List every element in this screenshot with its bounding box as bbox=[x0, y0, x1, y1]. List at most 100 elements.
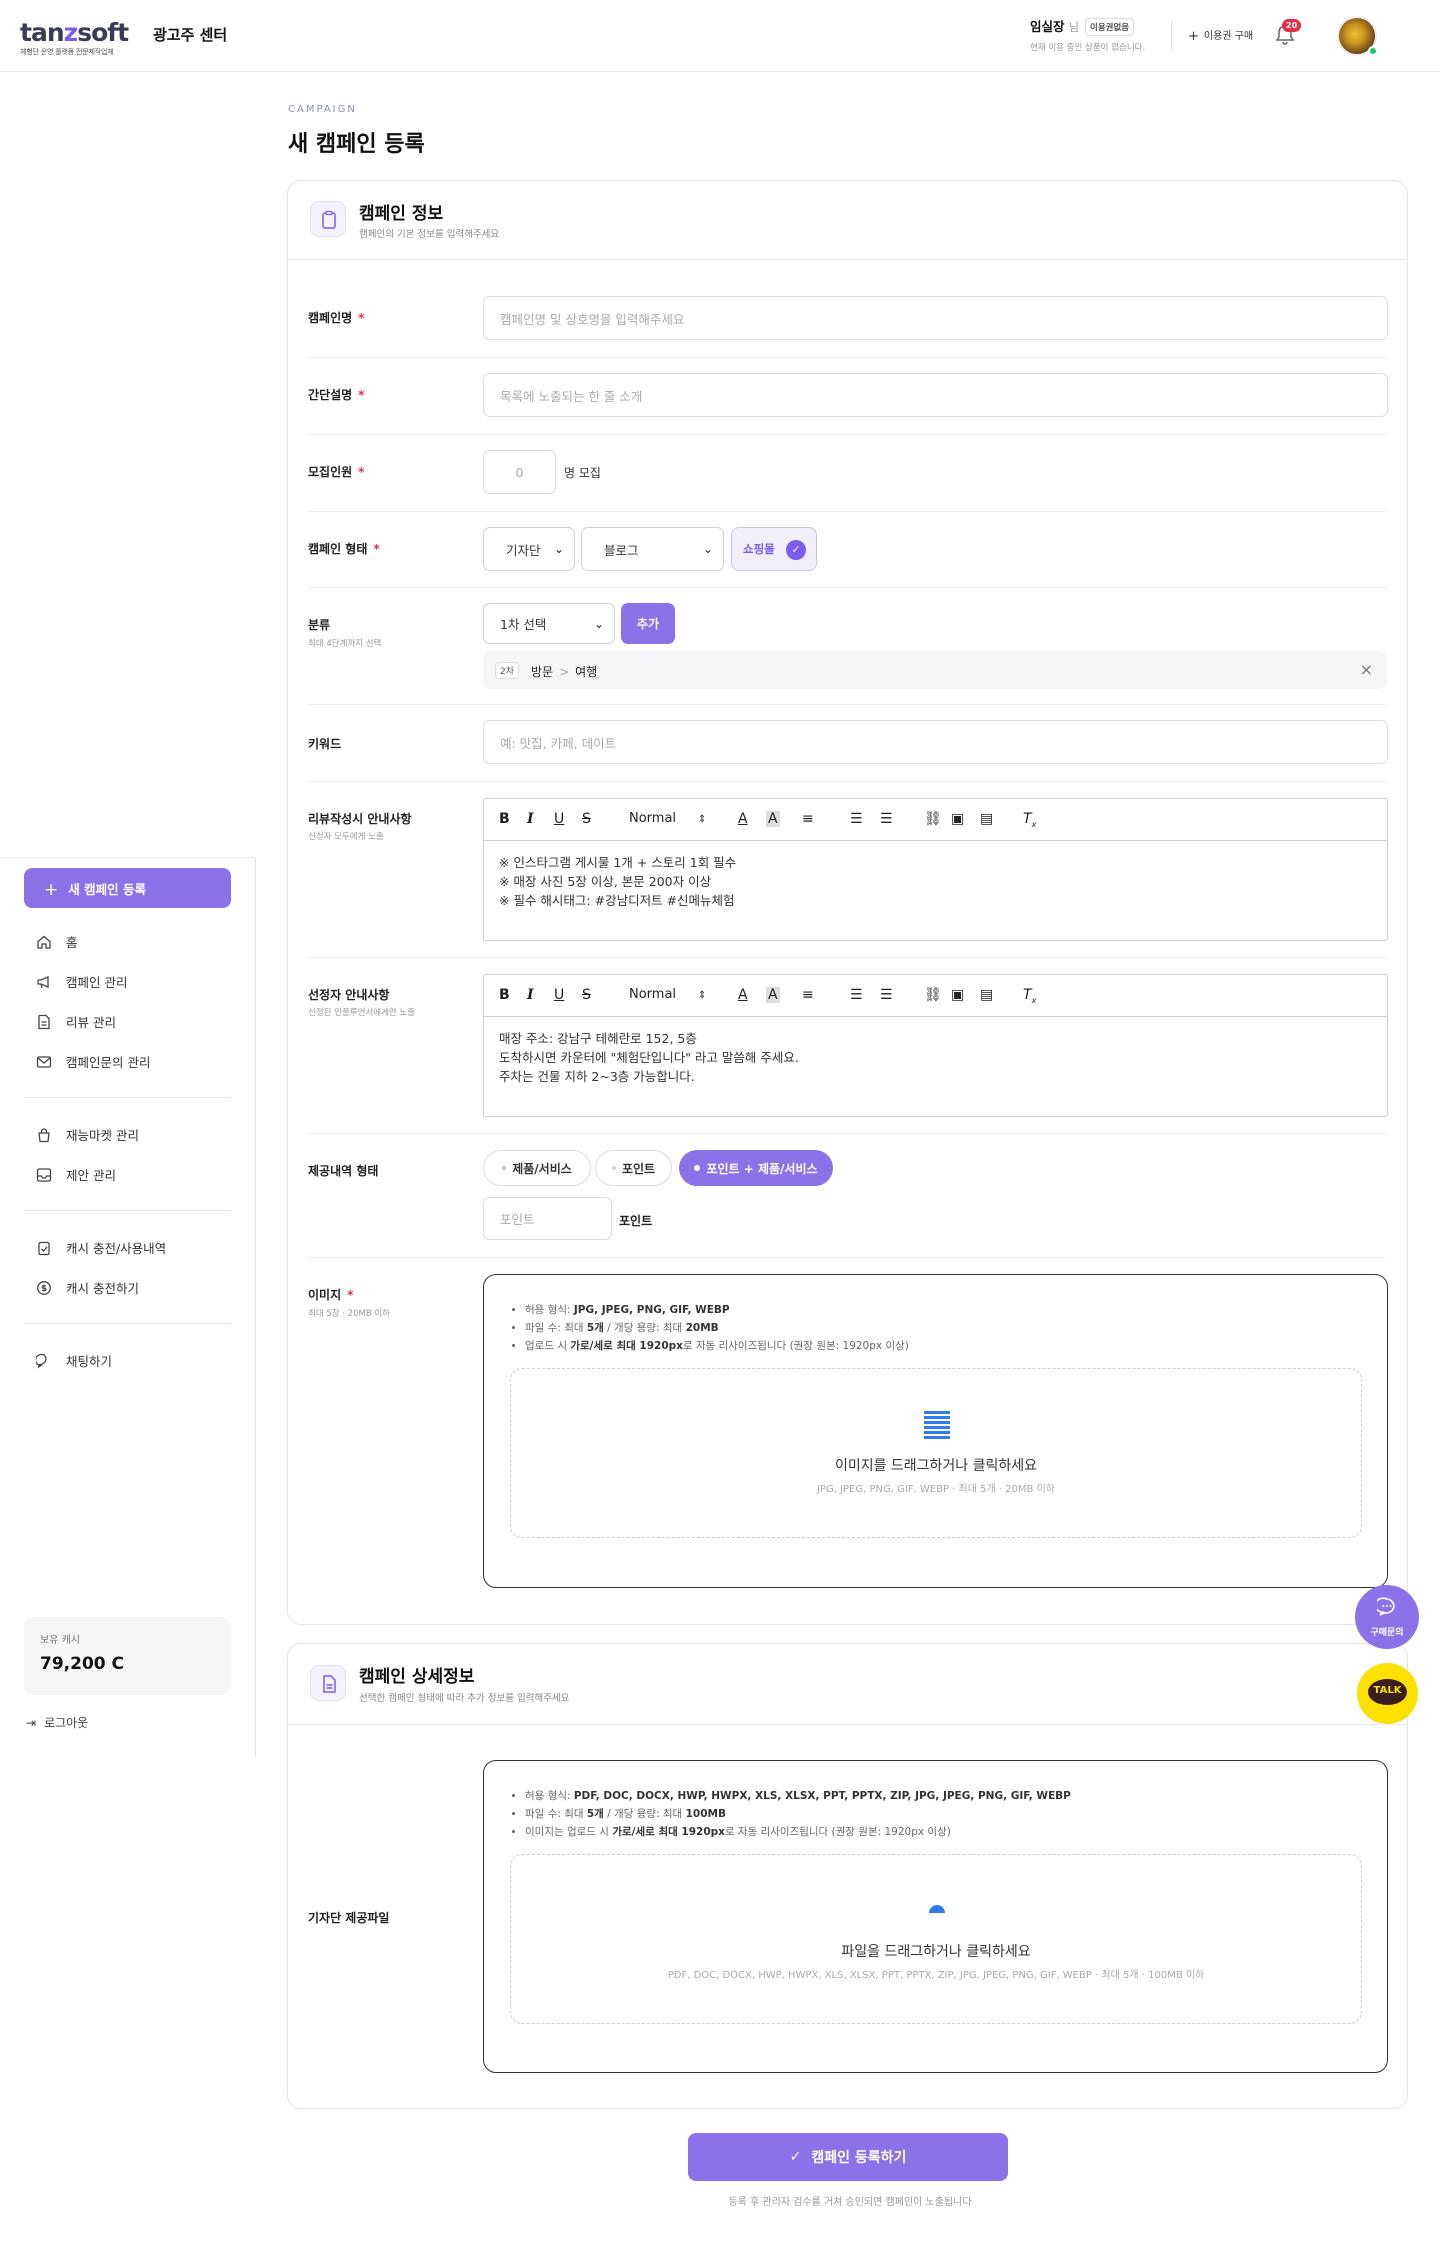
cash-value: 79,200 C bbox=[40, 1654, 124, 1674]
image-upload-panel: 허용 형식: JPG, JPEG, PNG, GIF, WEBP 파일 수: 최… bbox=[483, 1274, 1388, 1588]
video-icon[interactable]: ▤ bbox=[980, 811, 993, 827]
page-eyebrow: CAMPAIGN bbox=[288, 104, 357, 115]
image-icon[interactable]: ▣ bbox=[951, 987, 964, 1003]
bold-icon[interactable]: B bbox=[499, 987, 510, 1003]
description-input[interactable]: 목록에 노출되는 한 줄 소개 bbox=[483, 373, 1388, 417]
file-dropzone[interactable]: 파일을 드래그하거나 클릭하세요 PDF, DOC, DOCX, HWP, HW… bbox=[510, 1854, 1362, 2024]
image-dropzone[interactable]: 이미지를 드래그하거나 클릭하세요 JPG, JPEG, PNG, GIF, W… bbox=[510, 1368, 1362, 1538]
radio-dot bbox=[694, 1165, 701, 1171]
point-input[interactable]: 포인트 bbox=[483, 1197, 612, 1240]
type-select-channel[interactable]: 블로그 ⌄ bbox=[581, 527, 724, 571]
plus-icon: + bbox=[1188, 29, 1199, 44]
underline-icon[interactable]: U bbox=[554, 987, 564, 1003]
editor-content[interactable]: ※ 인스타그램 게시물 1개 + 스토리 1회 필수 ※ 매장 사진 5장 이상… bbox=[484, 841, 1387, 922]
review-guide-editor[interactable]: B I U S Normal ⇕ A A ≡ ☰ ☰ ⛓ ▣ ▤ Tx ※ 인스타… bbox=[483, 798, 1388, 941]
highlight-icon[interactable]: A bbox=[766, 811, 780, 827]
strike-icon[interactable]: S bbox=[582, 987, 591, 1003]
font-size-select[interactable]: Normal ⇕ bbox=[629, 987, 706, 1004]
offer-option-point[interactable]: 포인트 bbox=[595, 1150, 672, 1186]
ordered-list-icon[interactable]: ☰ bbox=[850, 987, 863, 1003]
sidebar-item-review[interactable]: 리뷰 관리 bbox=[36, 1012, 116, 1031]
new-campaign-button[interactable]: + 새 캠페인 등록 bbox=[24, 868, 231, 908]
divider bbox=[308, 781, 1387, 782]
video-icon[interactable]: ▤ bbox=[980, 987, 993, 1003]
sidebar-item-proposal[interactable]: 제안 관리 bbox=[36, 1165, 116, 1184]
bold-icon[interactable]: B bbox=[499, 811, 510, 827]
divider bbox=[308, 587, 1387, 588]
submit-campaign-button[interactable]: ✓ 캠페인 등록하기 bbox=[688, 2133, 1008, 2181]
sidebar-item-inquiry[interactable]: 캠페인문의 관리 bbox=[36, 1052, 150, 1071]
link-icon[interactable]: ⛓ bbox=[924, 987, 942, 1003]
sidebar-item-cash-history[interactable]: 캐시 충전/사용내역 bbox=[36, 1238, 166, 1257]
font-size-select[interactable]: Normal ⇕ bbox=[629, 811, 706, 828]
category-add-button[interactable]: 추가 bbox=[621, 603, 675, 644]
image-rules: 허용 형식: JPG, JPEG, PNG, GIF, WEBP 파일 수: 최… bbox=[509, 1301, 909, 1355]
recruit-count-input[interactable]: 0 bbox=[483, 450, 556, 494]
clear-format-icon[interactable]: Tx bbox=[1023, 811, 1036, 833]
category-hint: 최대 4단계까지 선택 bbox=[308, 639, 382, 649]
recruit-label: 모집인원 * bbox=[308, 465, 365, 479]
purchase-inquiry-button[interactable]: 구매문의 bbox=[1355, 1585, 1419, 1649]
file-icon bbox=[310, 1665, 346, 1701]
submit-note: 등록 후 관리자 검수를 거쳐 승인되면 캠페인이 노출됩니다 bbox=[728, 2197, 972, 2208]
close-icon[interactable]: × bbox=[1360, 660, 1373, 679]
divider bbox=[1171, 20, 1172, 50]
divider bbox=[24, 1210, 231, 1211]
logout-button[interactable]: ⇥ 로그아웃 bbox=[26, 1714, 88, 1731]
sidebar-item-home[interactable]: 홈 bbox=[36, 932, 78, 951]
clear-format-icon[interactable]: Tx bbox=[1023, 987, 1036, 1009]
chevron-down-icon: ⌄ bbox=[593, 616, 604, 631]
italic-icon[interactable]: I bbox=[527, 811, 534, 827]
mail-icon bbox=[36, 1056, 52, 1068]
link-icon[interactable]: ⛓ bbox=[924, 811, 942, 827]
image-icon[interactable]: ▣ bbox=[951, 811, 964, 827]
shopping-toggle[interactable]: 쇼핑몰 ✓ bbox=[731, 527, 817, 571]
user-name: 임실장 bbox=[1030, 19, 1065, 34]
logo[interactable]: tanzsoft 체험단 운영 플랫폼 전문제작업체 bbox=[20, 20, 129, 57]
align-icon[interactable]: ≡ bbox=[802, 811, 814, 827]
divider bbox=[308, 511, 1387, 512]
category-select[interactable]: 1차 선택 ⌄ bbox=[483, 603, 615, 644]
text-color-icon[interactable]: A bbox=[738, 811, 748, 827]
keyword-input[interactable]: 예: 맛집, 카페, 데이트 bbox=[483, 720, 1388, 764]
user-info: 임실장 님 이용권없음 현재 이용 중인 상품이 없습니다. bbox=[1030, 18, 1146, 53]
top-header: tanzsoft 체험단 운영 플랫폼 전문제작업체 광고주 센터 임실장 님이… bbox=[0, 0, 1440, 72]
logo-tagline: 체험단 운영 플랫폼 전문제작업체 bbox=[20, 48, 114, 56]
selected-guide-editor[interactable]: B I U S Normal ⇕ A A ≡ ☰ ☰ ⛓ ▣ ▤ Tx 매장 주소… bbox=[483, 974, 1388, 1117]
kakao-talk-button[interactable]: TALK bbox=[1357, 1663, 1418, 1724]
editor-toolbar: B I U S Normal ⇕ A A ≡ ☰ ☰ ⛓ ▣ ▤ Tx bbox=[484, 799, 1387, 841]
sidebar-item-chat[interactable]: 채팅하기 bbox=[36, 1351, 112, 1370]
cash-balance-card: 보유 캐시 79,200 C bbox=[24, 1617, 231, 1695]
chevron-down-icon: ⌄ bbox=[702, 542, 713, 556]
text-color-icon[interactable]: A bbox=[738, 987, 748, 1003]
underline-icon[interactable]: U bbox=[554, 811, 564, 827]
ordered-list-icon[interactable]: ☰ bbox=[850, 811, 863, 827]
description-label: 간단설명 * bbox=[308, 388, 365, 402]
card-title: 캠페인 상세정보 bbox=[359, 1667, 475, 1687]
sidebar-item-talent[interactable]: 재능마켓 관리 bbox=[36, 1125, 139, 1144]
file-rules: 허용 형식: PDF, DOC, DOCX, HWP, HWPX, XLS, X… bbox=[509, 1787, 1071, 1841]
type-select-main[interactable]: 기자단 ⌄ bbox=[483, 527, 575, 571]
italic-icon[interactable]: I bbox=[527, 987, 534, 1003]
align-icon[interactable]: ≡ bbox=[802, 987, 814, 1003]
strike-icon[interactable]: S bbox=[582, 811, 591, 827]
offer-option-product[interactable]: 제품/서비스 bbox=[483, 1150, 591, 1186]
image-upload-icon bbox=[924, 1411, 950, 1439]
offer-option-both[interactable]: 포인트 + 제품/서비스 bbox=[679, 1150, 833, 1186]
chat-icon bbox=[36, 1353, 47, 1369]
campaign-name-input[interactable]: 캠페인명 및 상호명을 입력해주세요 bbox=[483, 296, 1388, 340]
selected-category: 2차 방문 > 여행 × bbox=[483, 651, 1387, 689]
recruit-suffix: 명 모집 bbox=[564, 466, 601, 480]
notification-count: 20 bbox=[1282, 19, 1302, 32]
bullet-list-icon[interactable]: ☰ bbox=[880, 811, 893, 827]
card-subtitle: 선택한 캠페인 형태에 따라 추가 정보를 입력해주세요 bbox=[359, 1693, 570, 1704]
sidebar-item-cash-charge[interactable]: 캐시 충전하기 bbox=[36, 1278, 139, 1297]
buy-pass-button[interactable]: + 이용권 구매 bbox=[1188, 27, 1253, 44]
highlight-icon[interactable]: A bbox=[766, 987, 780, 1003]
divider bbox=[308, 434, 1387, 435]
editor-content[interactable]: 매장 주소: 강남구 테헤란로 152, 5층 도착하시면 카운터에 "체험단입… bbox=[484, 1017, 1387, 1098]
offer-type-label: 제공내역 형태 bbox=[308, 1164, 379, 1178]
bullet-list-icon[interactable]: ☰ bbox=[880, 987, 893, 1003]
check-icon: ✓ bbox=[789, 2149, 802, 2165]
sidebar-item-campaign[interactable]: 캠페인 관리 bbox=[36, 972, 127, 991]
